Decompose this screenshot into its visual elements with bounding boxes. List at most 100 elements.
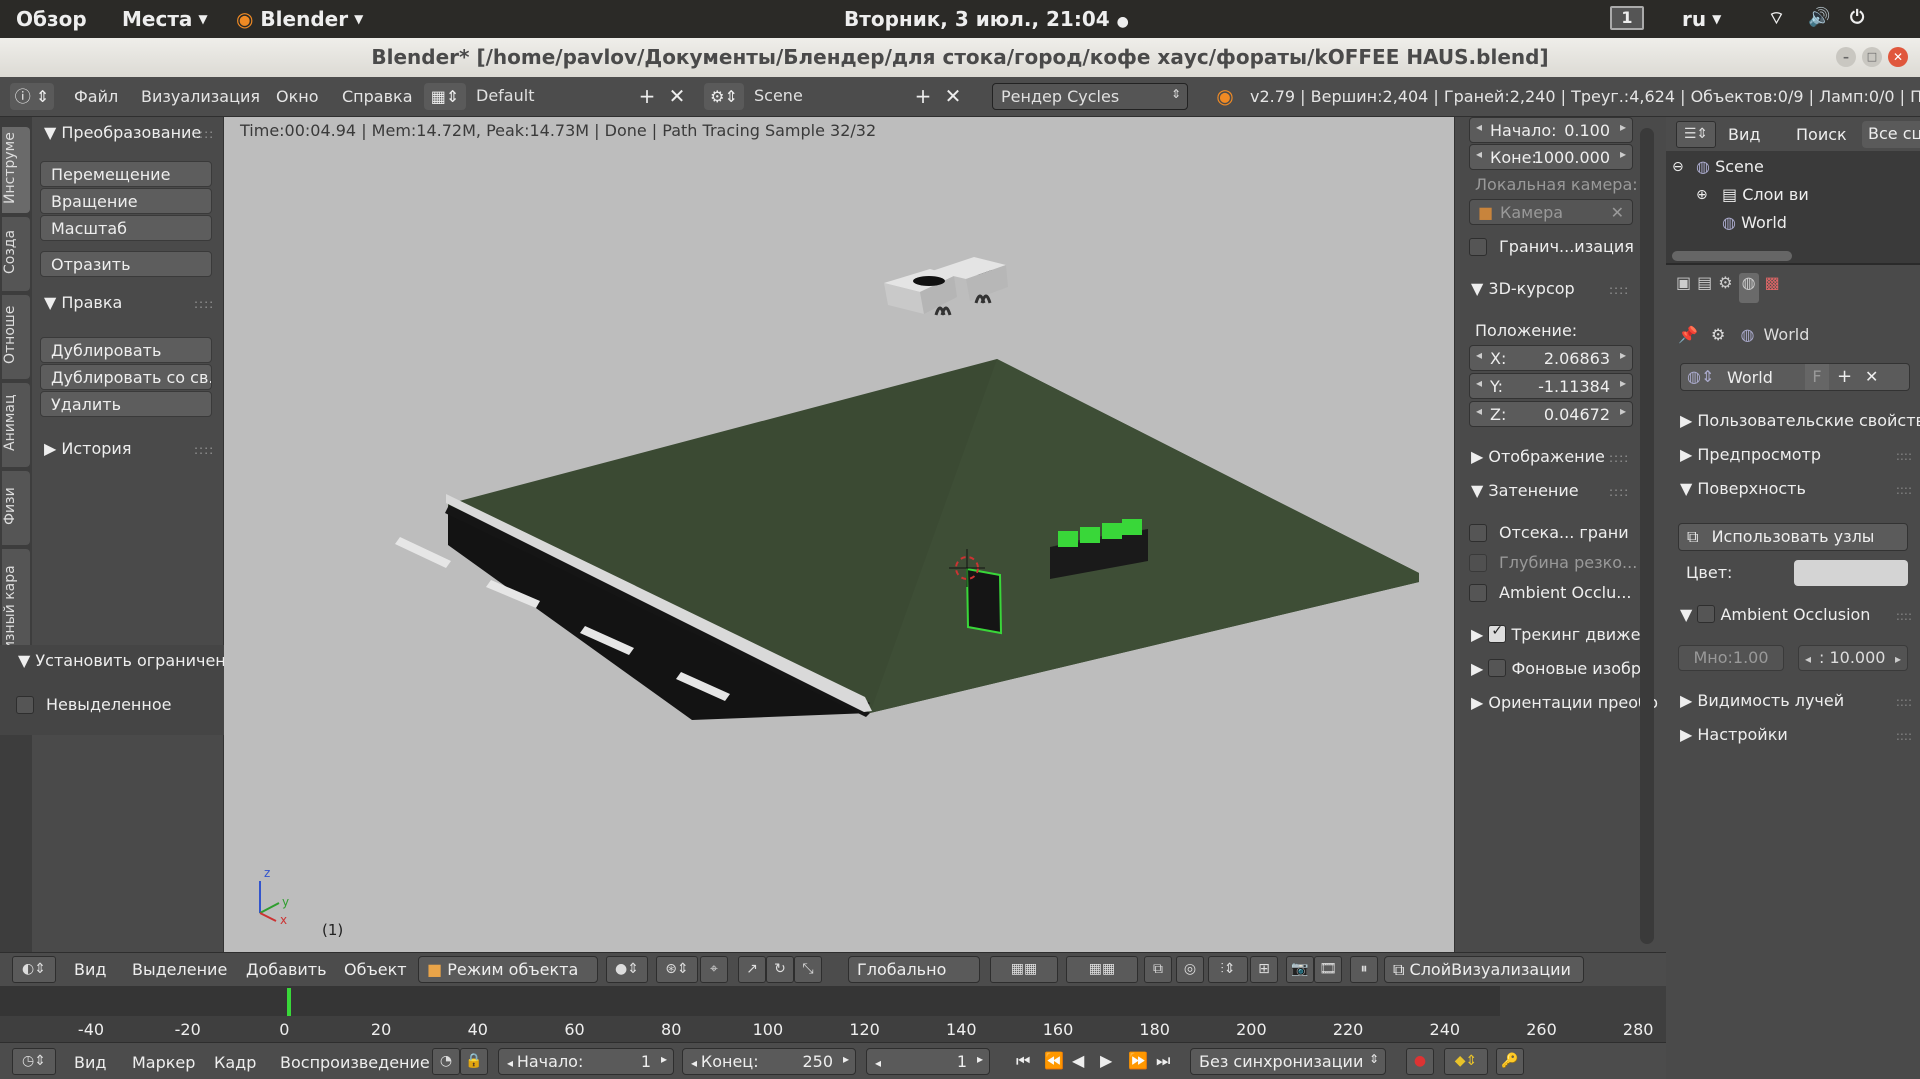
local-camera-field[interactable]: ■ Камера ✕ — [1469, 199, 1633, 225]
motion-tracking-checkbox[interactable]: ✓ — [1488, 623, 1507, 643]
outliner-menu-search[interactable]: Поиск — [1796, 125, 1847, 144]
panel-background-images-header[interactable]: ▶ Фоновые изобра — [1471, 659, 1651, 678]
pause-render-icon[interactable]: ⏸ — [1350, 956, 1378, 983]
tab-create[interactable]: Созда — [2, 217, 30, 291]
3d-viewport[interactable]: Time:00:04.94 | Mem:14.72M, Peak:14.73M … — [224, 117, 1454, 952]
increment-icon[interactable]: ▸ — [1895, 647, 1901, 671]
panel-custom-properties-header[interactable]: ▶ Пользовательские свойства — [1680, 411, 1920, 430]
render-engine-select[interactable]: Рендер Cycles ⇕ — [992, 83, 1188, 110]
timeline-area[interactable]: -40 -20 0 20 40 60 80 100 120 140 160 180 200 220 240 2… — [0, 986, 1666, 1042]
ambient-occlusion-enable-checkbox[interactable] — [1697, 605, 1716, 623]
editor-type-timeline-icon[interactable]: ◷⇕ — [12, 1048, 56, 1075]
panel-history-header[interactable]: ▶ История — [44, 439, 131, 458]
unselected-checkbox[interactable] — [16, 696, 34, 714]
maximize-icon[interactable]: □ — [1862, 47, 1882, 67]
pin-icon[interactable]: 📌 — [1678, 325, 1698, 344]
drag-handle-icon[interactable]: :::: — [1896, 483, 1912, 497]
fake-user-button[interactable]: F — [1805, 364, 1829, 390]
cursor-y-field[interactable]: ◂ Y: -1.11384 ▸ — [1469, 373, 1633, 399]
app-menu[interactable]: ◉ Blender ▼ — [236, 7, 363, 31]
jump-start-icon[interactable]: ⏮ — [1016, 1051, 1030, 1071]
increment-icon[interactable]: ▸ — [1620, 348, 1626, 362]
translate-button[interactable]: Перемещение — [40, 161, 212, 187]
collapse-icon[interactable]: ⊖ — [1672, 159, 1684, 175]
drag-handle-icon[interactable]: :::: — [1609, 485, 1629, 499]
decrement-icon[interactable]: ◂ — [507, 1056, 517, 1070]
panel-motion-tracking-header[interactable]: ▶ ✓ Трекинг движен — [1471, 623, 1651, 644]
screen-layout-icon[interactable]: ▦⇕ — [424, 83, 466, 110]
menu-file[interactable]: Файл — [74, 87, 118, 106]
increment-icon[interactable]: ▸ — [977, 1052, 983, 1066]
tab-animation[interactable]: Анимац — [2, 383, 30, 467]
remove-screen-icon[interactable]: ✕ — [664, 83, 690, 110]
decrement-icon[interactable]: ◂ — [875, 1056, 881, 1070]
keying-set-icon[interactable]: ◆⇕ — [1444, 1048, 1488, 1075]
clock[interactable]: Вторник, 3 июл., 21:04 ● — [844, 7, 1129, 31]
decrement-icon[interactable]: ◂ — [1476, 376, 1482, 390]
editor-type-3d-icon[interactable]: ◐⇕ — [12, 956, 56, 983]
places-menu[interactable]: Места ▼ — [122, 7, 208, 31]
keyboard-layout[interactable]: ru ▼ — [1682, 7, 1721, 31]
scrollbar[interactable] — [1640, 128, 1654, 944]
menu-select[interactable]: Выделение — [132, 960, 227, 979]
jump-next-keyframe-icon[interactable]: ⏩ — [1128, 1051, 1148, 1070]
outliner-item-render-layers[interactable]: ▤ Слои ви — [1722, 185, 1809, 204]
snap-element-icon[interactable]: ⊞ — [1250, 956, 1278, 983]
use-nodes-button[interactable]: ⧉ Использовать узлы — [1678, 523, 1908, 551]
play-reverse-icon[interactable]: ◀ — [1072, 1051, 1084, 1070]
panel-transform-orientations-header[interactable]: ▶ Ориентации преобр — [1471, 693, 1658, 712]
scene-icon[interactable]: ⚙⇕ — [704, 83, 744, 110]
panel-preview-header[interactable]: ▶ Предпросмотр — [1680, 445, 1821, 464]
unlink-world-icon[interactable]: ✕ — [1865, 367, 1878, 386]
activities-button[interactable]: Обзор — [16, 7, 87, 31]
keying-icon[interactable]: ◔ — [432, 1048, 460, 1075]
screen-layout-field[interactable]: Default — [468, 83, 628, 110]
texture-tab-icon[interactable]: ▩ — [1765, 273, 1780, 303]
scene-tab-icon[interactable]: ⚙ — [1718, 273, 1732, 303]
interaction-mode-select[interactable]: ■ Режим объекта — [418, 956, 598, 983]
ambient-occlusion-checkbox[interactable] — [1469, 584, 1487, 602]
workspace-indicator[interactable]: 1 — [1610, 6, 1644, 30]
render-tab-icon[interactable]: ▣ — [1676, 273, 1691, 303]
lock-icon[interactable]: 🔒 — [460, 1048, 488, 1075]
outliner-menu-view[interactable]: Вид — [1728, 125, 1760, 144]
scene-field[interactable]: Scene — [746, 83, 906, 110]
delete-button[interactable]: Удалить — [40, 391, 212, 417]
current-frame-field[interactable]: ◂ 1 ▸ — [866, 1048, 990, 1075]
backface-culling-checkbox[interactable] — [1469, 524, 1487, 542]
snap-toggle-icon[interactable]: ⫶⇕ — [1208, 956, 1248, 983]
power-icon[interactable]: ⏻ — [1850, 7, 1864, 28]
timeline-menu-frame[interactable]: Кадр — [214, 1053, 256, 1072]
render-layer-select[interactable]: ⧉ СлойВизуализации — [1384, 956, 1584, 983]
outliner-item-world[interactable]: ◍ World — [1722, 213, 1787, 232]
drag-handle-icon[interactable]: :::: — [194, 297, 214, 311]
jump-end-icon[interactable]: ⏭ — [1156, 1051, 1170, 1071]
editor-type-info-icon[interactable]: ⓘ ⇕ — [10, 83, 54, 110]
decrement-icon[interactable]: ◂ — [1476, 120, 1482, 134]
duplicate-linked-button[interactable]: Дублировать со св... — [40, 364, 212, 390]
panel-shading-header[interactable]: ▼ Затенение — [1471, 481, 1579, 500]
manipulator-toggle-icon[interactable]: ⌖ — [700, 956, 728, 983]
translate-manipulator-icon[interactable]: ↗ — [738, 956, 766, 983]
drag-handle-icon[interactable]: :::: — [1609, 451, 1629, 465]
outliner-scrollbar[interactable] — [1672, 251, 1792, 261]
timeline-menu-playback[interactable]: Воспроизведение — [280, 1053, 430, 1072]
layer-lock-icon[interactable]: ⧉ — [1144, 956, 1172, 983]
scale-manipulator-icon[interactable]: ⤡ — [794, 956, 822, 983]
play-icon[interactable]: ▶ — [1100, 1051, 1112, 1070]
decrement-icon[interactable]: ◂ — [1476, 147, 1482, 161]
depth-of-field-checkbox[interactable] — [1469, 554, 1487, 572]
minimize-icon[interactable]: – — [1836, 47, 1856, 67]
drag-handle-icon[interactable]: :::: — [1896, 729, 1912, 743]
rotate-button[interactable]: Вращение — [40, 188, 212, 214]
current-frame-indicator[interactable] — [287, 988, 291, 1016]
add-scene-icon[interactable]: + — [910, 83, 936, 110]
close-window-icon[interactable]: ✕ — [1888, 47, 1908, 67]
menu-add[interactable]: Добавить — [246, 960, 327, 979]
outliner-editor-icon[interactable]: ☰⇕ — [1676, 121, 1716, 148]
decrement-icon[interactable]: ◂ — [1476, 404, 1482, 418]
frame-end-field[interactable]: ◂ Конец: 250 ▸ — [682, 1048, 856, 1075]
clear-icon[interactable]: ✕ — [1611, 203, 1624, 222]
auto-keying-icon[interactable]: ● — [1406, 1048, 1434, 1075]
decrement-icon[interactable]: ◂ — [1805, 647, 1811, 671]
